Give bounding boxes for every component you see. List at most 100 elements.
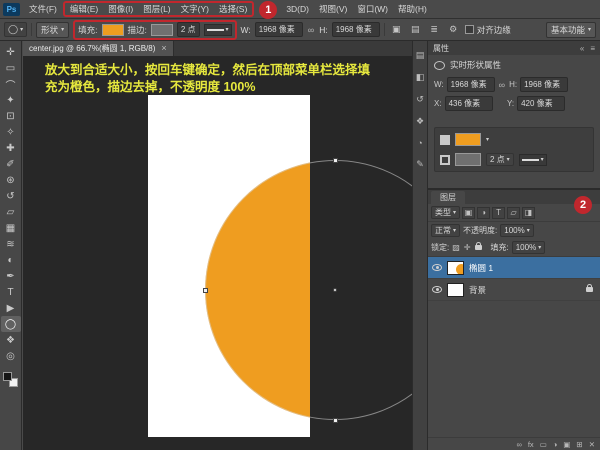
align-edges-checkbox[interactable] [465, 25, 474, 34]
fill-color-swatch[interactable] [102, 24, 124, 36]
stroke-color-swatch[interactable] [151, 24, 173, 36]
dodge-tool[interactable]: ◐ [1, 252, 21, 268]
tab-properties[interactable]: 属性 [433, 43, 449, 54]
lasso-tool[interactable]: ⌒ [1, 76, 21, 92]
shape-stroke-swatch[interactable] [455, 153, 481, 166]
blur-tool[interactable]: ≋ [1, 236, 21, 252]
layer-effects-icon[interactable]: fx [528, 440, 534, 449]
menu-select[interactable]: 选择(S) [214, 1, 252, 17]
link-dimensions-icon[interactable]: ∞ [498, 80, 506, 90]
menu-edit[interactable]: 编辑(E) [65, 1, 103, 17]
delete-layer-icon[interactable]: ✕ [589, 440, 595, 449]
hand-tool[interactable]: ❖ [1, 332, 21, 348]
menu-file[interactable]: 文件(F) [24, 1, 62, 17]
brush-settings-panel-icon[interactable]: ✎ [416, 159, 424, 170]
shape-mode-dropdown[interactable]: 形状 ▾ [36, 22, 69, 38]
shape-fill-swatch[interactable] [455, 133, 481, 146]
adjustment-layer-icon[interactable]: ◑ [553, 440, 558, 449]
layer-thumbnail[interactable] [447, 283, 464, 297]
stroke-style-dropdown[interactable]: ▾ [519, 154, 547, 166]
healing-brush-tool[interactable]: ✚ [1, 140, 21, 156]
foreground-color-swatch[interactable] [3, 372, 12, 381]
shape-height-field[interactable]: 1968 像素 [332, 22, 380, 37]
opacity-label: 不透明度: [463, 225, 497, 236]
menu-window[interactable]: 窗口(W) [352, 1, 393, 17]
ellipse-shape-tool[interactable]: ◯ [1, 316, 21, 332]
marquee-tool[interactable]: ▭ [1, 60, 21, 76]
pen-tool[interactable]: ✒ [1, 268, 21, 284]
eye-icon[interactable] [432, 264, 442, 271]
eye-icon[interactable] [432, 286, 442, 293]
stroke-width-dropdown[interactable]: 2 点 ▾ [486, 153, 514, 166]
collapse-panels-icon[interactable]: « [580, 44, 584, 53]
path-anchor-bottom[interactable] [333, 418, 338, 423]
layer-filter-dropdown[interactable]: 类型 ▾ [431, 206, 460, 219]
close-icon[interactable]: × [161, 44, 166, 53]
menu-view[interactable]: 视图(V) [314, 1, 352, 17]
path-arrange-icon[interactable]: ≣ [427, 22, 442, 37]
stroke-width-field[interactable]: 2 点 [177, 22, 200, 37]
lock-transparency-icon[interactable]: ▨ [452, 243, 460, 252]
styles-panel-icon[interactable]: ❖ [416, 116, 424, 127]
new-layer-icon[interactable]: ⊞ [576, 440, 582, 449]
layer-row-background[interactable]: 背景 [428, 279, 600, 301]
menu-layer[interactable]: 图层(L) [138, 1, 175, 17]
path-anchor-top[interactable] [333, 158, 338, 163]
gradient-tool[interactable]: ▦ [1, 220, 21, 236]
shape-y-input[interactable]: 420 像素 [517, 96, 565, 111]
menu-type[interactable]: 文字(Y) [176, 1, 214, 17]
blend-mode-dropdown[interactable]: 正常 ▾ [431, 224, 460, 237]
swatches-panel-icon[interactable]: ▤ [416, 50, 425, 61]
quick-selection-tool[interactable]: ✦ [1, 92, 21, 108]
shape-height-input[interactable]: 1968 像素 [520, 77, 568, 92]
chevron-down-icon: ▾ [527, 228, 530, 234]
path-center-point[interactable] [333, 288, 337, 292]
tab-layers[interactable]: 图层 [431, 191, 465, 204]
move-tool[interactable]: ✛ [1, 44, 21, 60]
shape-settings-icon[interactable]: ⚙ [446, 22, 461, 37]
menu-3d[interactable]: 3D(D) [281, 2, 314, 16]
shape-width-input[interactable]: 1968 像素 [447, 77, 495, 92]
path-selection-tool[interactable]: ▶ [1, 300, 21, 316]
type-tool[interactable]: T [1, 284, 21, 300]
layer-thumbnail[interactable] [447, 261, 464, 275]
opacity-dropdown[interactable]: 100% ▾ [500, 224, 533, 237]
shape-width-field[interactable]: 1968 像素 [255, 22, 303, 37]
align-edges-option[interactable]: 对齐边缘 [465, 24, 511, 36]
fill-opacity-dropdown[interactable]: 100% ▾ [512, 241, 545, 254]
layer-group-icon[interactable]: ▣ [563, 440, 570, 449]
history-brush-tool[interactable]: ↺ [1, 188, 21, 204]
tool-preset-picker[interactable]: ◯ ▾ [4, 22, 27, 37]
panel-menu-icon[interactable]: ≡ [590, 44, 595, 53]
crop-tool[interactable]: ⊡ [1, 108, 21, 124]
link-dimensions-icon[interactable]: ∞ [307, 25, 315, 35]
filter-smart-objects-icon[interactable]: ◨ [522, 207, 535, 219]
zoom-tool[interactable]: ◎ [1, 348, 21, 364]
filter-pixel-layers-icon[interactable]: ▣ [462, 207, 475, 219]
layer-row-ellipse[interactable]: 椭圆 1 [428, 257, 600, 279]
filter-type-layers-icon[interactable]: T [492, 207, 505, 219]
history-panel-icon[interactable]: ↺ [416, 94, 424, 105]
path-alignment-icon[interactable]: ▤ [408, 22, 423, 37]
workspace-switcher-button[interactable]: 基本功能 ▾ [546, 22, 596, 38]
link-layers-icon[interactable]: ∞ [516, 440, 521, 449]
path-anchor-left[interactable] [203, 288, 208, 293]
menu-image[interactable]: 图像(I) [103, 1, 138, 17]
adjustments-panel-icon[interactable]: ◧ [416, 72, 425, 83]
filter-shape-layers-icon[interactable]: ▱ [507, 207, 520, 219]
stroke-style-dropdown[interactable]: ▾ [204, 24, 232, 36]
eraser-tool[interactable]: ▱ [1, 204, 21, 220]
eyedropper-tool[interactable]: ✧ [1, 124, 21, 140]
path-operations-icon[interactable]: ▣ [389, 22, 404, 37]
info-panel-icon[interactable]: ◔ [417, 138, 422, 148]
brush-tool[interactable]: ✐ [1, 156, 21, 172]
menu-help[interactable]: 帮助(H) [393, 1, 432, 17]
lock-all-icon[interactable] [475, 245, 482, 250]
shape-x-input[interactable]: 436 像素 [445, 96, 493, 111]
fill-opacity-value: 100% [516, 243, 536, 252]
lock-position-icon[interactable]: ✛ [464, 243, 471, 252]
filter-adjustment-layers-icon[interactable]: ◑ [477, 207, 490, 219]
document-tab[interactable]: center.jpg @ 66.7%(椭圆 1, RGB/8) × [23, 41, 174, 56]
clone-stamp-tool[interactable]: ⊛ [1, 172, 21, 188]
add-layer-mask-icon[interactable]: ▭ [540, 440, 547, 449]
